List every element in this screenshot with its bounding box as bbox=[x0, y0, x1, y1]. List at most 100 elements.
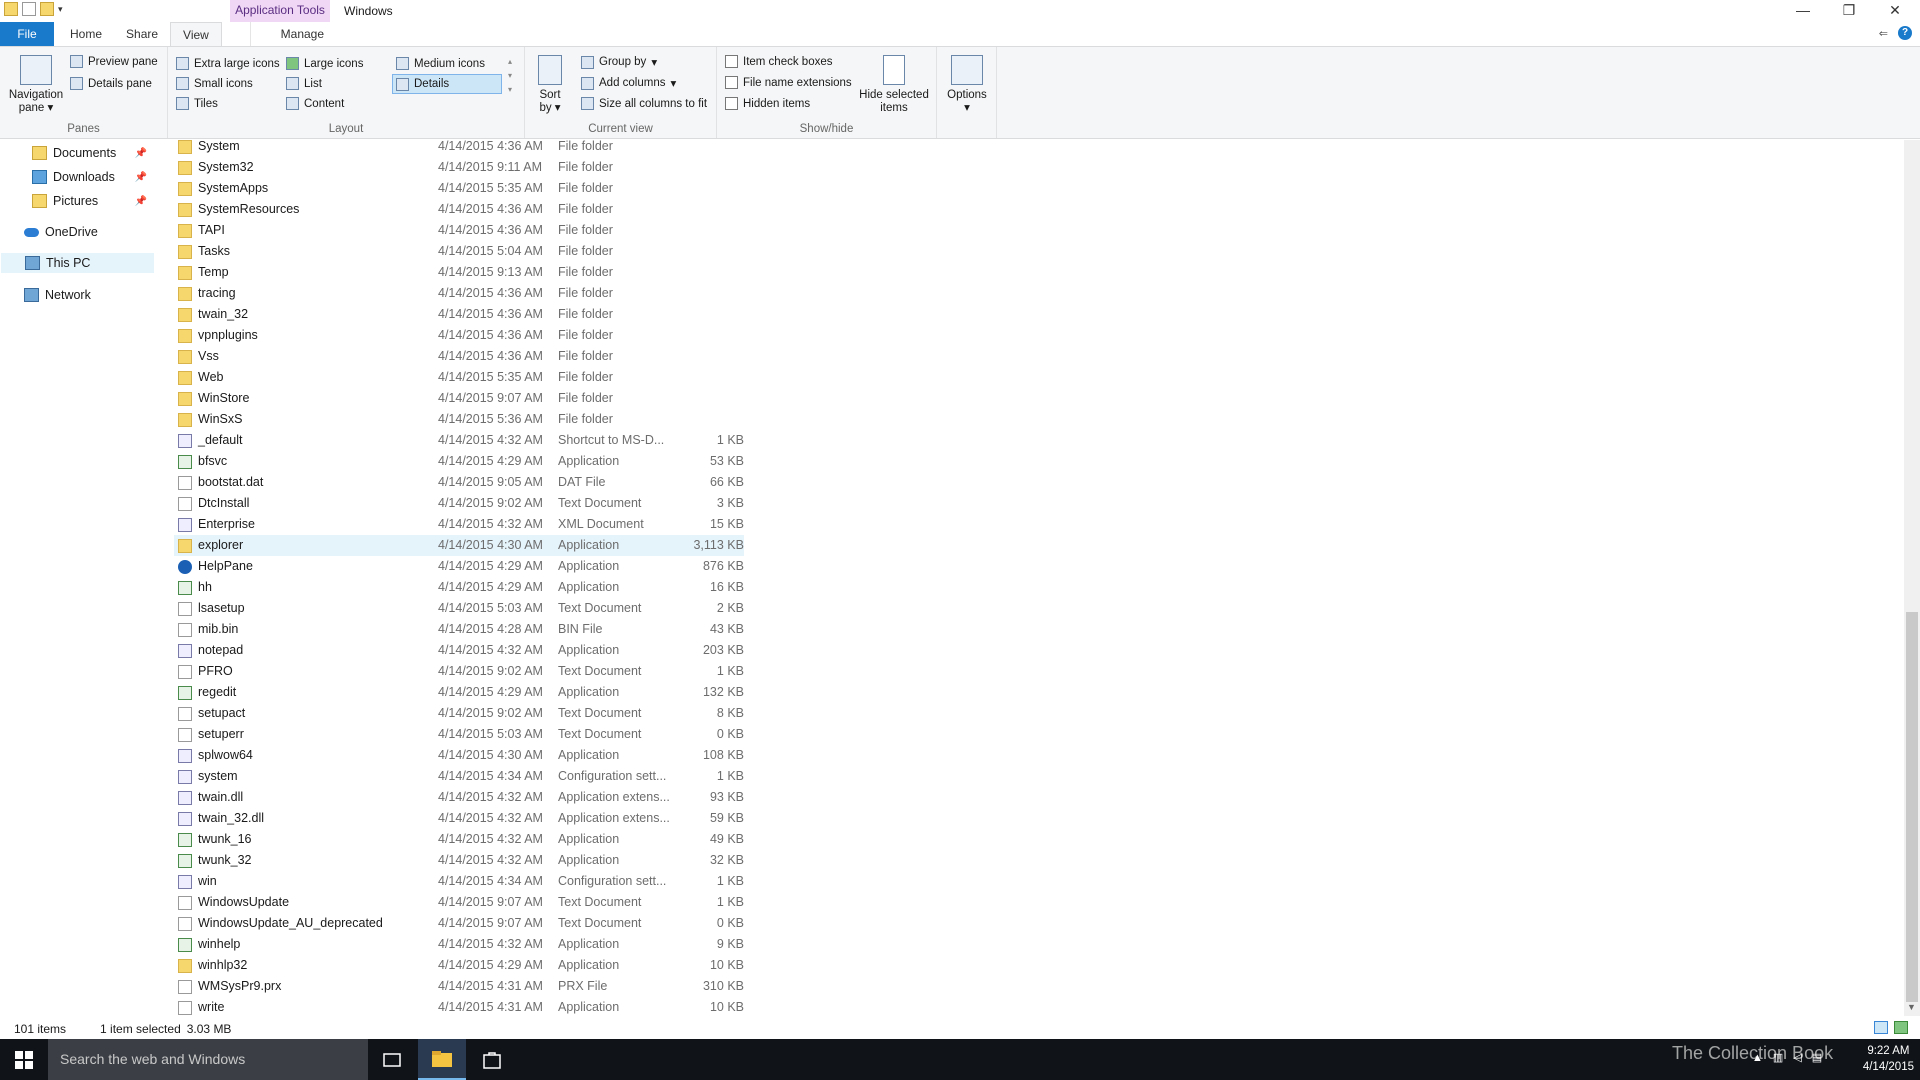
file-row[interactable]: Enterprise 4/14/2015 4:32 AM XML Document 1… bbox=[174, 514, 744, 535]
tab-home[interactable]: Home bbox=[54, 22, 114, 46]
medium-icons-button[interactable]: Medium icons bbox=[396, 57, 485, 70]
layout-scroll-icon[interactable]: ▴ ▾ ▾ bbox=[508, 55, 512, 97]
file-row[interactable]: WinStore 4/14/2015 9:07 AM File folder bbox=[174, 388, 744, 409]
file-row[interactable]: SystemApps 4/14/2015 5:35 AM File folder bbox=[174, 178, 744, 199]
hidden-items-toggle[interactable]: Hidden items bbox=[725, 97, 810, 110]
file-row[interactable]: setupact 4/14/2015 9:02 AM Text Document 8 … bbox=[174, 703, 744, 724]
file-row[interactable]: DtcInstall 4/14/2015 9:02 AM Text Document… bbox=[174, 493, 744, 514]
navigation-pane-button[interactable]: Navigation pane ▾ bbox=[6, 55, 66, 115]
small-icons-button[interactable]: Small icons bbox=[176, 77, 253, 90]
file-row[interactable]: win 4/14/2015 4:34 AM Configuration sett..… bbox=[174, 871, 744, 892]
file-row[interactable]: bootstat.dat 4/14/2015 9:05 AM DAT File 66 … bbox=[174, 472, 744, 493]
item-check-boxes-toggle[interactable]: Item check boxes bbox=[725, 55, 832, 68]
action-center-icon[interactable]: ▤ bbox=[1812, 1052, 1832, 1064]
tab-share[interactable]: Share bbox=[114, 22, 170, 46]
restore-button[interactable]: ❐ bbox=[1826, 0, 1872, 22]
start-button[interactable] bbox=[0, 1039, 48, 1080]
content-view-button[interactable]: Content bbox=[286, 97, 344, 110]
scrollbar-thumb[interactable] bbox=[1906, 612, 1918, 1002]
close-button[interactable]: ✕ bbox=[1872, 0, 1918, 22]
file-row[interactable]: twunk_32 4/14/2015 4:32 AM Application 32 K… bbox=[174, 850, 744, 871]
nav-item-downloads[interactable]: Downloads 📌 bbox=[0, 166, 155, 188]
file-row[interactable]: bfsvc 4/14/2015 4:29 AM Application 53 KB bbox=[174, 451, 744, 472]
details-view-toggle-icon[interactable] bbox=[1874, 1021, 1888, 1034]
file-row[interactable]: WindowsUpdate_AU_deprecated 4/14/2015 9:0… bbox=[174, 913, 744, 934]
nav-item-onedrive[interactable]: OneDrive bbox=[0, 221, 155, 243]
file-row[interactable]: _default 4/14/2015 4:32 AM Shortcut to MS-… bbox=[174, 430, 744, 451]
pin-icon[interactable]: 📌 bbox=[135, 148, 147, 159]
preview-pane-button[interactable]: Preview pane bbox=[70, 55, 158, 68]
help-icon[interactable]: ? bbox=[1898, 26, 1912, 40]
network-tray-icon[interactable]: ▥ bbox=[1773, 1052, 1793, 1064]
nav-item-documents[interactable]: Documents 📌 bbox=[0, 142, 155, 164]
item-check-boxes-checkbox[interactable] bbox=[725, 55, 738, 68]
file-row[interactable]: PFRO 4/14/2015 9:02 AM Text Document 1 KB bbox=[174, 661, 744, 682]
group-by-button[interactable]: Group by ▾ bbox=[581, 55, 657, 69]
file-row[interactable]: WinSxS 4/14/2015 5:36 AM File folder bbox=[174, 409, 744, 430]
qat-dropdown-icon[interactable]: ▾ bbox=[58, 4, 63, 15]
large-icons-toggle-icon[interactable] bbox=[1894, 1021, 1908, 1034]
file-row[interactable]: winhlp32 4/14/2015 4:29 AM Application 10 K… bbox=[174, 955, 744, 976]
show-hidden-icons-icon[interactable]: ▲ bbox=[1752, 1052, 1773, 1064]
file-row[interactable]: WindowsUpdate 4/14/2015 9:07 AM Text Docum… bbox=[174, 892, 744, 913]
file-row[interactable]: setuperr 4/14/2015 5:03 AM Text Document 0 … bbox=[174, 724, 744, 745]
file-name-extensions-checkbox[interactable] bbox=[725, 76, 738, 89]
tab-view[interactable]: View bbox=[170, 22, 222, 46]
details-view-button[interactable]: Details bbox=[392, 74, 502, 94]
taskbar-store[interactable] bbox=[468, 1039, 516, 1080]
hidden-items-checkbox[interactable] bbox=[725, 97, 738, 110]
file-row[interactable]: winhelp 4/14/2015 4:32 AM Application 9 KB bbox=[174, 934, 744, 955]
file-row[interactable]: System32 4/14/2015 9:11 AM File folder bbox=[174, 157, 744, 178]
file-row[interactable]: twunk_16 4/14/2015 4:32 AM Application 49 K… bbox=[174, 829, 744, 850]
file-row[interactable]: Tasks 4/14/2015 5:04 AM File folder bbox=[174, 241, 744, 262]
file-row[interactable]: hh 4/14/2015 4:29 AM Application 16 KB bbox=[174, 577, 744, 598]
details-pane-button[interactable]: Details pane bbox=[70, 77, 152, 90]
nav-item-pictures[interactable]: Pictures 📌 bbox=[0, 190, 155, 212]
volume-icon[interactable]: ◁ bbox=[1793, 1052, 1811, 1064]
file-row[interactable]: TAPI 4/14/2015 4:36 AM File folder bbox=[174, 220, 744, 241]
file-row[interactable]: twain_32 4/14/2015 4:36 AM File folder bbox=[174, 304, 744, 325]
file-row[interactable]: tracing 4/14/2015 4:36 AM File folder bbox=[174, 283, 744, 304]
taskbar-clock[interactable]: 9:22 AM 4/14/2015 bbox=[1863, 1043, 1914, 1075]
file-row[interactable]: splwow64 4/14/2015 4:30 AM Application 108 … bbox=[174, 745, 744, 766]
file-row[interactable]: regedit 4/14/2015 4:29 AM Application 132 K… bbox=[174, 682, 744, 703]
minimize-button[interactable]: — bbox=[1780, 0, 1826, 22]
file-row[interactable]: notepad 4/14/2015 4:32 AM Application 203 K… bbox=[174, 640, 744, 661]
scroll-down-icon[interactable]: ▼ bbox=[1907, 1002, 1916, 1012]
new-folder-icon[interactable] bbox=[40, 2, 54, 16]
file-row[interactable]: Temp 4/14/2015 9:13 AM File folder bbox=[174, 262, 744, 283]
hide-selected-items-button[interactable]: Hide selected items bbox=[857, 55, 931, 115]
file-row[interactable]: mib.bin 4/14/2015 4:28 AM BIN File 43 KB bbox=[174, 619, 744, 640]
file-row[interactable]: vpnplugins 4/14/2015 4:36 AM File folder bbox=[174, 325, 744, 346]
properties-icon[interactable] bbox=[22, 2, 36, 16]
size-all-columns-button[interactable]: Size all columns to fit bbox=[581, 97, 707, 110]
large-icons-button[interactable]: Large icons bbox=[286, 57, 363, 70]
file-row[interactable]: system 4/14/2015 4:34 AM Configuration set… bbox=[174, 766, 744, 787]
pin-icon[interactable]: 📌 bbox=[135, 196, 147, 207]
file-name-extensions-toggle[interactable]: File name extensions bbox=[725, 76, 852, 89]
file-row[interactable]: Web 4/14/2015 5:35 AM File folder bbox=[174, 367, 744, 388]
add-columns-button[interactable]: Add columns ▾ bbox=[581, 76, 676, 90]
file-row[interactable]: twain_32.dll 4/14/2015 4:32 AM Application… bbox=[174, 808, 744, 829]
tiles-view-button[interactable]: Tiles bbox=[176, 97, 218, 110]
pin-icon[interactable]: 📌 bbox=[135, 172, 147, 183]
tab-file[interactable]: File bbox=[0, 22, 54, 46]
tab-manage[interactable]: Manage bbox=[249, 22, 354, 46]
task-view-button[interactable] bbox=[368, 1039, 416, 1080]
file-row[interactable]: HelpPane 4/14/2015 4:29 AM Application 876 … bbox=[174, 556, 744, 577]
minimize-ribbon-icon[interactable]: ⇐ bbox=[1879, 27, 1888, 40]
file-row[interactable]: twain.dll 4/14/2015 4:32 AM Application ex… bbox=[174, 787, 744, 808]
file-row[interactable]: explorer 4/14/2015 4:30 AM Application 3,11… bbox=[174, 535, 744, 556]
list-view-button[interactable]: List bbox=[286, 77, 322, 90]
taskbar-file-explorer[interactable] bbox=[418, 1039, 466, 1080]
options-button[interactable]: Options ▾ bbox=[943, 55, 991, 115]
taskbar-search-box[interactable]: Search the web and Windows bbox=[48, 1039, 368, 1080]
extra-large-icons-button[interactable]: Extra large icons bbox=[176, 57, 280, 70]
file-row[interactable]: WMSysPr9.prx 4/14/2015 4:31 AM PRX File 310… bbox=[174, 976, 744, 997]
file-row[interactable]: Vss 4/14/2015 4:36 AM File folder bbox=[174, 346, 744, 367]
nav-item-this-pc[interactable]: This PC bbox=[0, 252, 155, 274]
nav-item-network[interactable]: Network bbox=[0, 284, 155, 306]
file-row[interactable]: SystemResources 4/14/2015 4:36 AM File fol… bbox=[174, 199, 744, 220]
file-row[interactable]: System 4/14/2015 4:36 AM File folder bbox=[174, 136, 744, 157]
file-row[interactable]: write 4/14/2015 4:31 AM Application 10 KB bbox=[174, 997, 744, 1018]
